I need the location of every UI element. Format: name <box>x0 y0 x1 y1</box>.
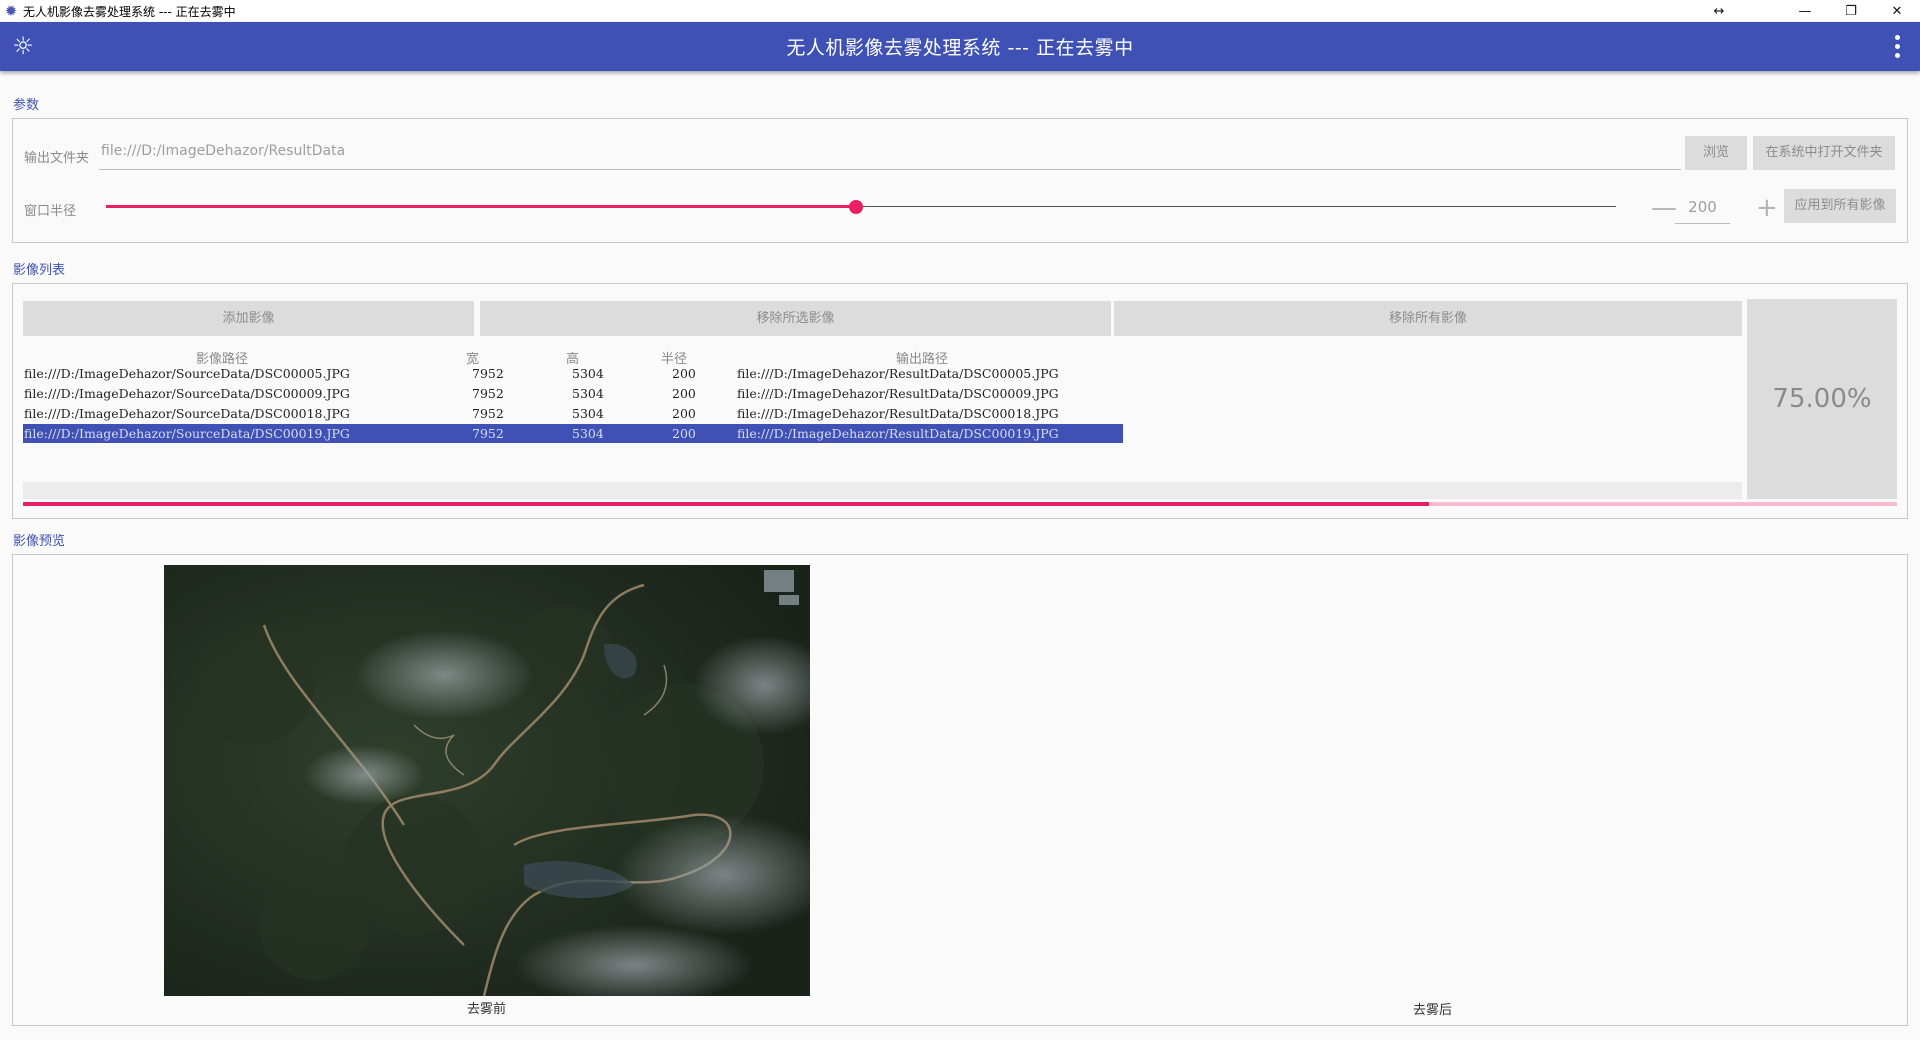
progress-bar-fill <box>23 502 1429 506</box>
minimize-button[interactable]: — <box>1782 0 1828 22</box>
window-radius-label: 窗口半径 <box>24 204 77 219</box>
gear-icon[interactable]: ☼ <box>0 22 46 71</box>
output-folder-input[interactable]: file:///D:/ImageDehazor/ResultData <box>99 136 1681 170</box>
cell-output: file:///D:/ImageDehazor/ResultData/DSC00… <box>737 426 1059 441</box>
preview-section-label: 影像预览 <box>13 534 66 549</box>
cell-path: file:///D:/ImageDehazor/SourceData/DSC00… <box>24 386 350 401</box>
cell-output: file:///D:/ImageDehazor/ResultData/DSC00… <box>737 366 1059 381</box>
cell-width: 7952 <box>472 406 504 421</box>
cell-width: 7952 <box>472 366 504 381</box>
app-gear-icon: ✹ <box>4 2 18 20</box>
decrease-radius-button[interactable]: — <box>1651 193 1677 223</box>
cell-radius: 200 <box>672 406 696 421</box>
remove-all-button[interactable]: 移除所有影像 <box>1114 301 1742 336</box>
after-caption: 去雾后 <box>1413 1003 1453 1018</box>
table-row[interactable]: file:///D:/ImageDehazor/SourceData/DSC00… <box>23 404 1123 423</box>
image-list-section-label: 影像列表 <box>13 263 66 278</box>
cell-path: file:///D:/ImageDehazor/SourceData/DSC00… <box>24 366 350 381</box>
os-titlebar: ✹ 无人机影像去雾处理系统 --- 正在去雾中 ↔ — ❐ ✕ <box>0 0 1920 22</box>
cell-radius: 200 <box>672 426 696 441</box>
before-dehaze-image <box>164 565 810 996</box>
table-row[interactable]: file:///D:/ImageDehazor/SourceData/DSC00… <box>23 364 1123 383</box>
cell-output: file:///D:/ImageDehazor/ResultData/DSC00… <box>737 386 1059 401</box>
add-image-button[interactable]: 添加影像 <box>23 301 474 336</box>
cell-output: file:///D:/ImageDehazor/ResultData/DSC00… <box>737 406 1059 421</box>
cell-height: 5304 <box>572 386 604 401</box>
radius-slider-thumb[interactable] <box>849 200 863 214</box>
close-button[interactable]: ✕ <box>1874 0 1920 22</box>
cell-radius: 200 <box>672 366 696 381</box>
progress-bar <box>23 502 1897 506</box>
cell-path: file:///D:/ImageDehazor/SourceData/DSC00… <box>24 426 350 441</box>
progress-percent: 75.00% <box>1747 299 1897 499</box>
list-horizontal-scrollbar[interactable] <box>23 482 1742 499</box>
params-section-label: 参数 <box>13 98 40 113</box>
resize-icon[interactable]: ↔ <box>1696 0 1742 22</box>
remove-selected-button[interactable]: 移除所选影像 <box>480 301 1111 336</box>
restore-button[interactable]: ❐ <box>1828 0 1874 22</box>
table-row[interactable]: file:///D:/ImageDehazor/SourceData/DSC00… <box>23 384 1123 403</box>
before-caption: 去雾前 <box>467 1002 507 1017</box>
cell-height: 5304 <box>572 366 604 381</box>
radius-slider-fill <box>106 205 856 208</box>
header-title: 无人机影像去雾处理系统 --- 正在去雾中 <box>786 37 1134 59</box>
output-folder-label: 输出文件夹 <box>24 151 90 166</box>
params-group: 输出文件夹 file:///D:/ImageDehazor/ResultData… <box>12 118 1908 243</box>
cell-radius: 200 <box>672 386 696 401</box>
image-list-group: 添加影像 移除所选影像 移除所有影像 影像路径 宽 高 半径 输出路径 file… <box>12 283 1908 519</box>
cell-height: 5304 <box>572 406 604 421</box>
browse-button[interactable]: 浏览 <box>1685 136 1747 170</box>
more-vert-icon[interactable] <box>1874 22 1920 71</box>
window-title: 无人机影像去雾处理系统 --- 正在去雾中 <box>23 4 236 19</box>
cell-width: 7952 <box>472 426 504 441</box>
cell-path: file:///D:/ImageDehazor/SourceData/DSC00… <box>24 406 350 421</box>
increase-radius-button[interactable]: + <box>1756 193 1778 223</box>
app-header: ☼ 无人机影像去雾处理系统 --- 正在去雾中 <box>0 22 1920 71</box>
radius-value-field[interactable]: 200 <box>1675 192 1730 224</box>
open-folder-button[interactable]: 在系统中打开文件夹 <box>1753 136 1895 170</box>
apply-all-button[interactable]: 应用到所有影像 <box>1784 189 1896 223</box>
preview-group: 去雾前 去雾后 <box>12 554 1908 1026</box>
cell-height: 5304 <box>572 426 604 441</box>
table-row-selected[interactable]: file:///D:/ImageDehazor/SourceData/DSC00… <box>23 424 1123 443</box>
cell-width: 7952 <box>472 386 504 401</box>
